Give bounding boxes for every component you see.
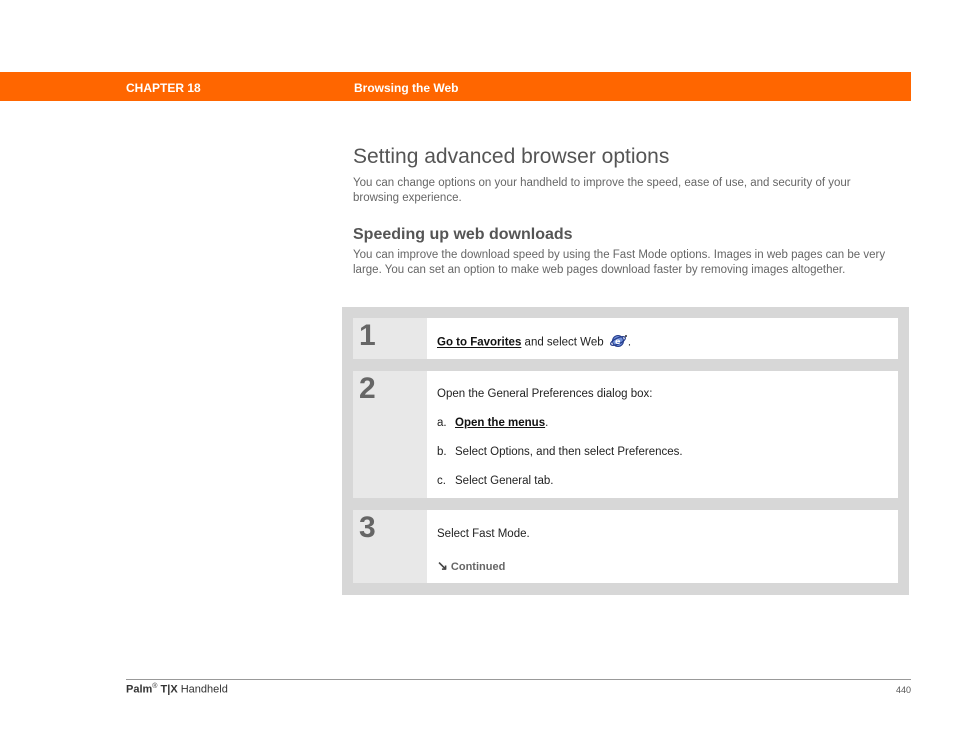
- step-1-end: .: [627, 336, 632, 349]
- section-heading: Speeding up web downloads: [353, 226, 573, 243]
- substep-b-text: Select Options, and then select Preferen…: [455, 446, 683, 458]
- intro-paragraph: You can change options on your handheld …: [353, 177, 851, 204]
- substep-a-end: .: [545, 417, 549, 429]
- chapter-number: CHAPTER 18: [126, 81, 201, 95]
- svg-text:e: e: [615, 337, 621, 346]
- continued-indicator[interactable]: ↘ Continued: [437, 558, 505, 574]
- step-number-column: 2: [353, 371, 427, 498]
- substep-a-prefix: a.: [437, 417, 447, 429]
- step-3: 3 Select Fast Mode. ↘ Continued: [353, 510, 898, 583]
- step-number: 3: [359, 511, 376, 544]
- steps-panel: 1 Go to Favorites and select Web e . 2 O…: [342, 307, 909, 595]
- step-2: 2 Open the General Preferences dialog bo…: [353, 371, 898, 498]
- footer-product: Handheld: [180, 683, 228, 696]
- footer-brand: Palm: [126, 683, 153, 696]
- arrow-down-right-icon: ↘: [437, 558, 448, 573]
- chapter-title: Browsing the Web: [354, 81, 459, 95]
- step-2-intro: Open the General Preferences dialog box:: [437, 388, 653, 400]
- substep-b-prefix: b.: [437, 446, 447, 458]
- footer-divider: [126, 679, 911, 680]
- footer-model: T|X: [160, 683, 178, 696]
- page-title: Setting advanced browser options: [353, 145, 670, 168]
- substep-c-text: Select General tab.: [455, 475, 554, 487]
- chapter-header-bar: CHAPTER 18 Browsing the Web: [0, 72, 911, 101]
- substep-c: c. Select General tab.: [437, 475, 553, 487]
- go-to-favorites-link[interactable]: Go to Favorites: [437, 337, 521, 349]
- registered-mark: ®: [152, 683, 158, 690]
- step-1: 1 Go to Favorites and select Web e .: [353, 318, 898, 359]
- web-browser-icon: e: [609, 334, 628, 351]
- section-paragraph: You can improve the download speed by us…: [353, 249, 886, 276]
- step-3-text: Select Fast Mode.: [437, 528, 530, 540]
- substep-b: b. Select Options, and then select Prefer…: [437, 446, 683, 458]
- step-1-line: Go to Favorites and select Web e .: [437, 334, 631, 351]
- substep-c-prefix: c.: [437, 475, 446, 487]
- substep-a: a. Open the menus.: [437, 417, 548, 429]
- step-1-text: and select Web: [521, 336, 604, 349]
- step-number: 2: [359, 372, 376, 405]
- step-number-column: 1: [353, 318, 427, 359]
- continued-label: Continued: [450, 561, 506, 573]
- step-number-column: 3: [353, 510, 427, 583]
- step-number: 1: [359, 319, 376, 352]
- footer-product-name: Palm® T|X Handheld: [126, 683, 228, 696]
- open-the-menus-link[interactable]: Open the menus: [455, 417, 545, 429]
- page-number: 440: [895, 685, 911, 695]
